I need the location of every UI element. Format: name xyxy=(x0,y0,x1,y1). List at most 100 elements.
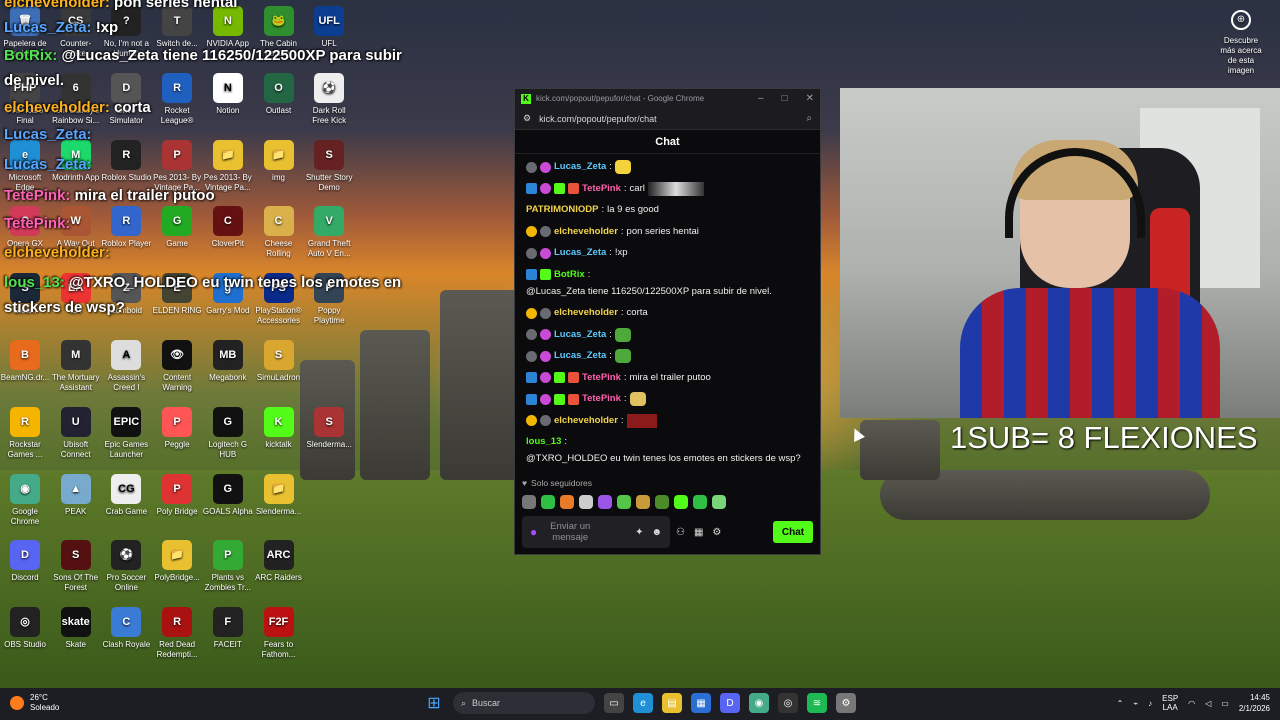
emote-button[interactable] xyxy=(598,495,612,509)
discord-icon[interactable]: D xyxy=(720,693,740,713)
desktop-icon[interactable]: P Peggle xyxy=(152,406,202,460)
close-icon[interactable]: ✕ xyxy=(806,93,814,104)
desktop-icon[interactable]: C Cheese Rolling xyxy=(254,206,304,259)
chat-message[interactable]: Lucas_Zeta: xyxy=(526,349,809,363)
settings-icon[interactable]: ⚙ xyxy=(836,693,856,713)
emote-button[interactable] xyxy=(617,495,631,509)
emote-button[interactable] xyxy=(636,495,650,509)
desktop-icon[interactable]: ARC ARC Raiders xyxy=(254,540,304,593)
chat-message[interactable]: BotRix: @Lucas_Zeta tiene 116250/122500XP… xyxy=(526,268,809,299)
send-chat-button[interactable]: Chat xyxy=(773,521,813,543)
desktop-icon[interactable]: R Rockstar Games ... xyxy=(0,406,50,460)
desktop-icon[interactable]: S SimuLadron xyxy=(254,340,304,393)
chat-message[interactable]: elcheveholder: xyxy=(526,413,809,428)
chat-username[interactable]: TetePink xyxy=(582,182,621,196)
desktop-icon[interactable]: C Clash Royale xyxy=(101,607,151,660)
desktop-icon[interactable]: 📁 Slenderma... xyxy=(254,473,304,527)
chat-message[interactable]: Lucas_Zeta: xyxy=(526,327,809,342)
microphone-icon[interactable]: ● xyxy=(530,525,537,539)
wifi-icon[interactable]: ◠ xyxy=(1188,699,1195,708)
emote-button[interactable] xyxy=(560,495,574,509)
emote-button[interactable] xyxy=(541,495,555,509)
desktop-icon[interactable]: N Notion xyxy=(203,72,253,126)
desktop-icon[interactable]: skate Skate xyxy=(51,607,101,660)
desktop-icon[interactable]: G Logitech G HUB xyxy=(203,406,253,460)
volume-icon[interactable]: ◁ xyxy=(1205,699,1211,708)
task-view-icon[interactable]: ▭ xyxy=(604,693,624,713)
desktop-icon[interactable]: D Discord xyxy=(0,540,50,593)
desktop-icon[interactable]: G Game xyxy=(152,206,202,259)
desktop-icon[interactable]: F FACEIT xyxy=(203,607,253,660)
desktop-icon[interactable]: B BeamNG.dr... xyxy=(0,340,50,393)
desktop-icon[interactable]: ⚽Dark Roll Free Kick Challe... xyxy=(304,72,354,126)
chat-message[interactable]: elcheveholder: corta xyxy=(526,306,809,320)
desktop-icon[interactable]: ⚽ Pro Soccer Online xyxy=(101,540,151,593)
users-icon[interactable]: ⚇ xyxy=(676,527,685,538)
chat-username[interactable]: PATRIMONIODP xyxy=(526,203,598,217)
desktop-icon[interactable]: EPIC Epic Games Launcher xyxy=(101,406,151,460)
windows-start-icon[interactable]: ⊞ xyxy=(424,693,444,713)
desktop-icon[interactable]: M The Mortuary Assistant xyxy=(51,340,101,393)
maximize-icon[interactable]: □ xyxy=(782,93,788,104)
desktop-icon[interactable]: S Shutter Story Demo xyxy=(304,139,354,193)
chrome-icon[interactable]: ◉ xyxy=(749,693,769,713)
emote-button[interactable] xyxy=(579,495,593,509)
desktop-icon[interactable]: MB Megabonk xyxy=(203,340,253,393)
desktop-icon[interactable]: P Poly Bridge xyxy=(152,473,202,527)
chat-input[interactable]: ● Enviar un mensaje ✦ ☻ xyxy=(522,516,670,548)
chat-message[interactable]: TetePink: carl xyxy=(526,181,809,196)
desktop-icon[interactable]: A Assassin's Creed I xyxy=(101,340,151,393)
window-titlebar[interactable]: K kick.com/popout/pepufor/chat - Google … xyxy=(515,89,820,108)
desktop-icon[interactable]: P Pes 2013- By Vintage Pa... xyxy=(152,139,202,193)
desktop-icon[interactable]: U Ubisoft Connect xyxy=(51,406,101,460)
desktop-icon[interactable]: F2F Fears to Fathom... xyxy=(254,607,304,660)
chat-username[interactable]: BotRix xyxy=(554,268,585,282)
chat-message-list[interactable]: Lucas_Zeta: TetePink: carl PATRIMONIODP: la … xyxy=(515,154,820,469)
chat-username[interactable]: elcheveholder xyxy=(554,414,618,428)
chat-username[interactable]: elcheveholder xyxy=(554,225,618,239)
emoji-icon[interactable]: ☻ xyxy=(651,527,662,538)
desktop-icon[interactable]: S Slenderma... xyxy=(304,406,354,460)
minimize-icon[interactable]: – xyxy=(758,93,764,104)
desktop-icon[interactable]: R Red Dead Redempti... xyxy=(152,607,202,660)
mic-tray-icon[interactable]: ♪ xyxy=(1148,699,1152,708)
zoom-icon[interactable]: ⌕ xyxy=(806,113,812,124)
taskbar-search[interactable]: ⌕ Buscar xyxy=(453,692,595,714)
chat-message[interactable]: elcheveholder: pon series hentai xyxy=(526,225,809,239)
clock[interactable]: 14:45 2/1/2026 xyxy=(1239,692,1270,714)
address-bar[interactable]: ⚙ kick.com/popout/pepufor/chat ⌕ xyxy=(515,108,820,130)
language-indicator[interactable]: ESP LAA xyxy=(1162,694,1178,712)
desktop-icon[interactable]: O Outlast xyxy=(254,72,304,126)
desktop-icon[interactable]: P Plants vs Zombies Tr... xyxy=(203,540,253,593)
chat-message[interactable]: TetePink: mira el trailer putoo xyxy=(526,371,809,385)
emote-button[interactable] xyxy=(522,495,536,509)
desktop-icon[interactable]: 📁 img xyxy=(254,139,304,193)
desktop-icon[interactable]: ◎ OBS Studio xyxy=(0,607,50,660)
desktop-icon[interactable]: 👁 Content Warning xyxy=(152,340,202,393)
store-app-icon[interactable]: ▦ xyxy=(691,693,711,713)
desktop-icon[interactable]: Kkicktalk xyxy=(254,406,304,460)
chat-username[interactable]: Lucas_Zeta xyxy=(554,246,606,260)
chat-username[interactable]: Lucas_Zeta xyxy=(554,160,606,174)
chat-username[interactable]: TetePink xyxy=(582,371,621,385)
desktop-icon[interactable]: G GOALS Alpha xyxy=(203,473,253,527)
desktop-icon[interactable]: ◉ Google Chrome xyxy=(0,473,50,527)
emote-button[interactable] xyxy=(712,495,726,509)
desktop-icon[interactable]: S Sons Of The Forest xyxy=(51,540,101,593)
magic-icon[interactable]: ✦ xyxy=(635,527,643,538)
network-icon[interactable]: ⌁ xyxy=(1133,699,1138,708)
chat-username[interactable]: TetePink xyxy=(582,392,621,406)
about-image-button[interactable]: ⊕ Descubre más acerca de esta imagen xyxy=(1216,10,1266,76)
desktop-icon[interactable]: 📁 PolyBridge... xyxy=(152,540,202,593)
chat-message[interactable]: PATRIMONIODP: la 9 es good xyxy=(526,203,809,217)
desktop-icon[interactable]: 📁 Pes 2013- By Vintage Pa... xyxy=(203,139,253,193)
chevron-up-icon[interactable]: ⌃ xyxy=(1117,699,1124,708)
desktop-icon[interactable]: V Grand Theft Auto V En... xyxy=(304,206,354,259)
chat-username[interactable]: Lucas_Zeta xyxy=(554,349,606,363)
chat-username[interactable]: Lucas_Zeta xyxy=(554,328,606,342)
desktop-icon[interactable]: R Roblox Studio xyxy=(101,139,151,193)
desktop-icon[interactable]: CG Crab Game xyxy=(101,473,151,527)
battery-icon[interactable]: ▭ xyxy=(1221,699,1229,708)
chat-username[interactable]: elcheveholder xyxy=(554,306,618,320)
edge-icon[interactable]: e xyxy=(633,693,653,713)
